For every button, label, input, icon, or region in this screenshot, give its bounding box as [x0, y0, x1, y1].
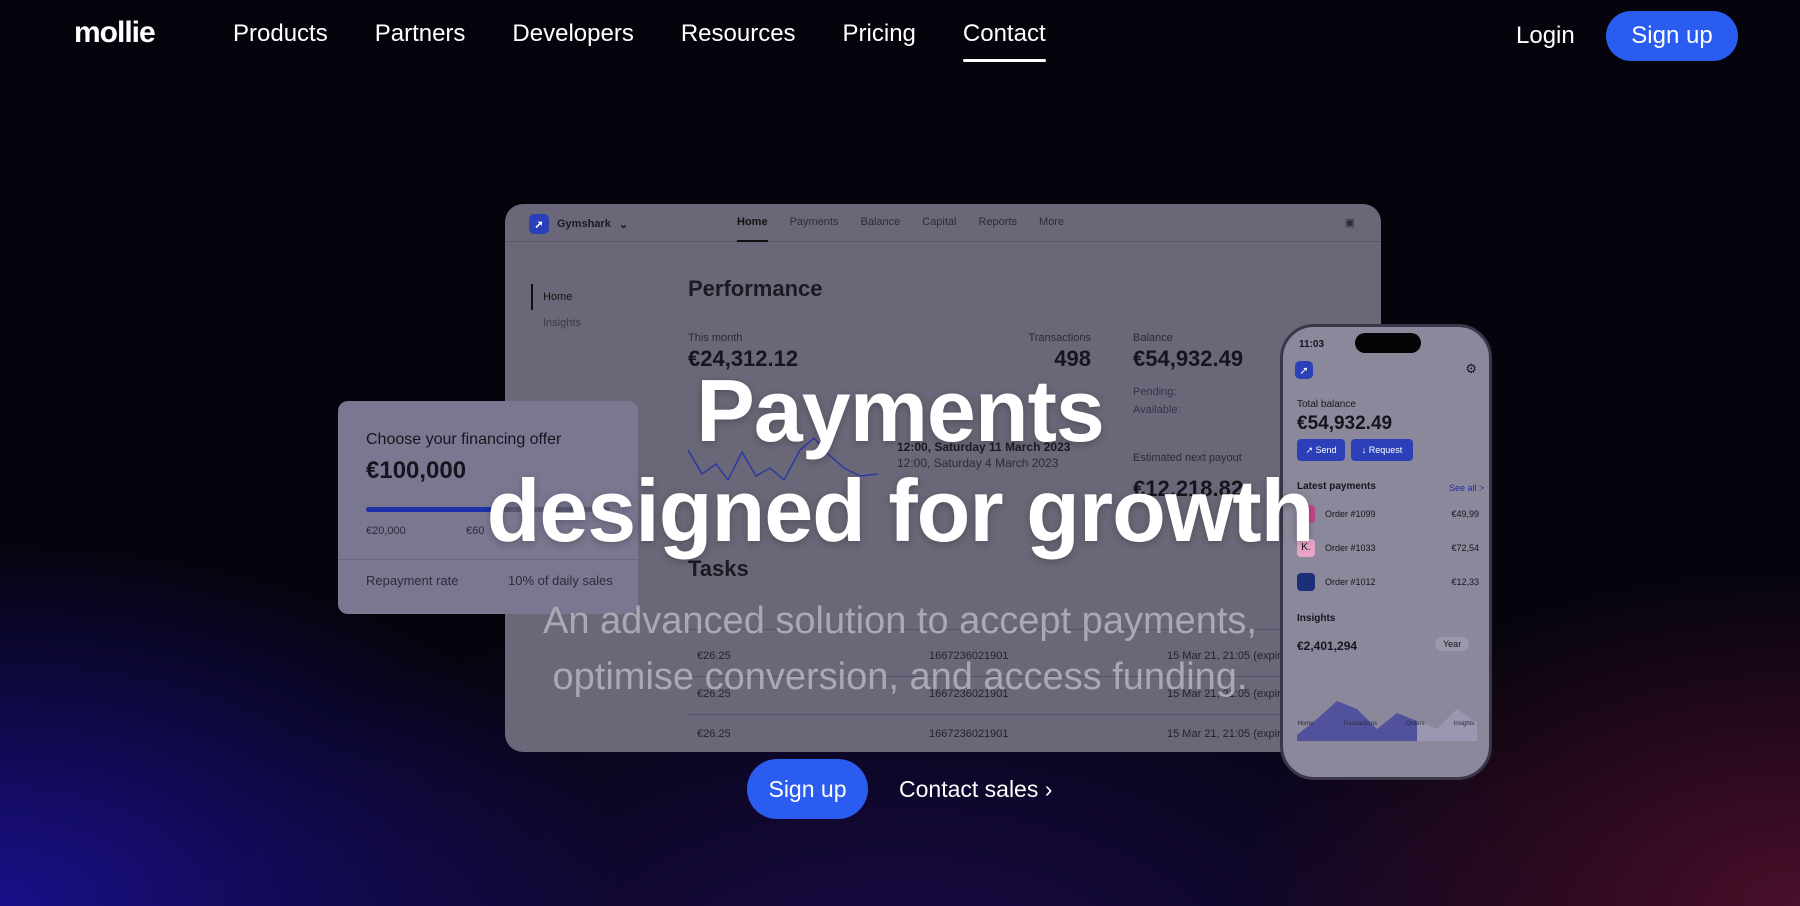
- nav-partners[interactable]: Partners: [375, 20, 466, 62]
- hero-subtitle-line1: An advanced solution to accept payments,: [542, 600, 1257, 642]
- list-item: Order #1012 €12,33: [1297, 573, 1479, 591]
- workspace-icon: ➚: [529, 214, 549, 234]
- this-month-label: This month: [688, 332, 743, 344]
- contact-sales-link[interactable]: Contact sales ›: [899, 776, 1052, 803]
- phone-bottom-nav: Home Transactions Orders Insights: [1283, 721, 1489, 747]
- row-date: 15 Mar 21, 21:05 (expires: [1167, 728, 1293, 740]
- signup-button-top[interactable]: Sign up: [1606, 11, 1738, 61]
- top-navigation: mollie Products Partners Developers Reso…: [0, 0, 1800, 74]
- tab-capital: Capital: [922, 216, 957, 228]
- workspace-name: Gymshark: [557, 218, 611, 230]
- row-id: 1667236021901: [929, 728, 1009, 740]
- row-amount: €26.25: [697, 728, 731, 740]
- phone-nav-home: Home: [1297, 721, 1314, 727]
- payment-amount: €12,33: [1451, 577, 1479, 587]
- dashboard-topbar: ➚ Gymshark ⌄ Home Payments Balance Capit…: [505, 204, 1381, 242]
- mollie-logo[interactable]: mollie: [74, 16, 156, 50]
- balance-label: Balance: [1133, 332, 1173, 344]
- dashboard-sidebar: Home Insights: [531, 284, 581, 336]
- divider: [688, 714, 1328, 715]
- phone-nav-orders: Orders: [1406, 721, 1425, 727]
- repayment-value: 10% of daily sales: [508, 573, 613, 588]
- hero-subtitle-line2: optimise conversion, and access funding.: [552, 656, 1248, 698]
- nav-products[interactable]: Products: [233, 20, 328, 62]
- payment-name: Order #1012: [1325, 577, 1376, 587]
- hero-title-line2: designed for growth: [486, 461, 1315, 560]
- signup-cta-button[interactable]: Sign up: [747, 759, 868, 819]
- phone-nav-transactions: Transactions: [1342, 721, 1377, 727]
- tab-payments: Payments: [789, 216, 839, 228]
- nav-contact[interactable]: Contact: [962, 20, 1046, 62]
- sidebar-item-home: Home: [531, 284, 581, 310]
- tab-home: Home: [737, 216, 768, 242]
- performance-title: Performance: [688, 276, 823, 301]
- phone-nav-insights: Insights: [1453, 721, 1475, 727]
- user-icon: ▣: [1344, 217, 1355, 229]
- tab-more: More: [1039, 216, 1065, 228]
- table-row: €26.25 1667236021901 15 Mar 21, 21:05 (e…: [697, 728, 1337, 740]
- tab-reports: Reports: [978, 216, 1018, 228]
- dashboard-tabs: Home Payments Balance Capital Reports Mo…: [737, 216, 1064, 242]
- tab-balance: Balance: [860, 216, 901, 228]
- phone-time: 11:03: [1299, 339, 1325, 350]
- hero-title-line1: Payments: [696, 361, 1105, 460]
- sidebar-item-insights: Insights: [543, 317, 581, 329]
- nav-pricing[interactable]: Pricing: [843, 20, 916, 62]
- nav-developers[interactable]: Developers: [512, 20, 633, 62]
- repayment-label: Repayment rate: [366, 573, 459, 588]
- login-link[interactable]: Login: [1516, 22, 1575, 50]
- workspace-switcher: ➚ Gymshark ⌄: [529, 214, 628, 234]
- chevron-down-icon: ⌄: [618, 218, 629, 231]
- nav-resources[interactable]: Resources: [681, 20, 796, 62]
- nav-links: Products Partners Developers Resources P…: [233, 20, 1093, 62]
- transactions-label: Transactions: [1028, 332, 1091, 344]
- phone-notch: [1355, 333, 1421, 353]
- paypal-icon: [1297, 573, 1315, 591]
